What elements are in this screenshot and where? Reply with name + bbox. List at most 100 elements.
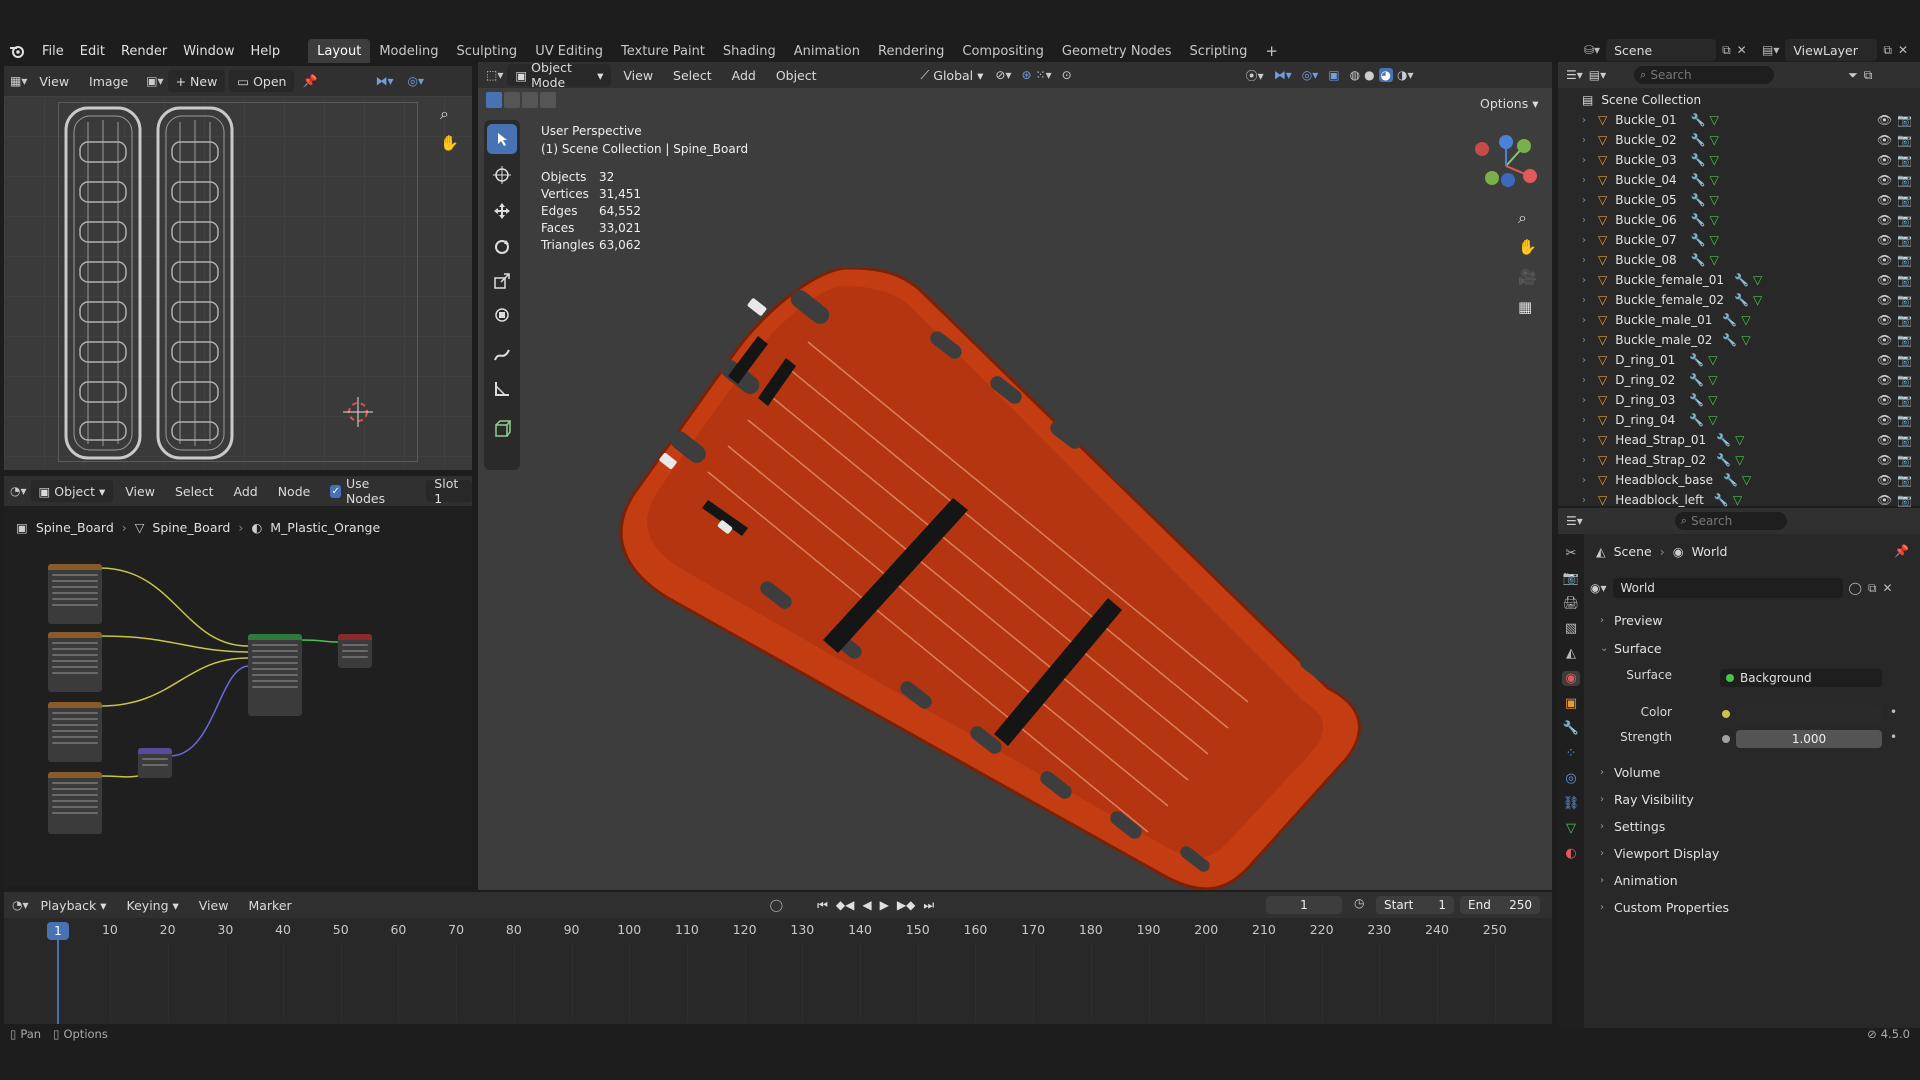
add-workspace-button[interactable]: +	[1256, 39, 1287, 63]
mesh-data-icon[interactable]: ▽	[1710, 133, 1719, 147]
start-frame-field[interactable]: Start 1	[1376, 896, 1454, 914]
modifier-icon[interactable]: 🔧	[1689, 373, 1704, 387]
mesh-data-icon[interactable]: ▽	[1733, 493, 1742, 507]
mesh-data-icon[interactable]: ▽	[1710, 233, 1719, 247]
use-nodes-toggle[interactable]: ✓ Use Nodes	[322, 476, 408, 506]
properties-search-input[interactable]: ⌕ Search	[1674, 512, 1787, 530]
render-camera-icon[interactable]: 📷	[1897, 253, 1912, 267]
2d-cursor-icon[interactable]	[340, 394, 376, 430]
playhead-line[interactable]	[57, 940, 59, 1024]
visibility-eye-icon[interactable]: 👁	[1877, 413, 1892, 427]
outliner-item[interactable]: › ▽ Buckle_03 🔧 ▽ 👁 📷	[1560, 150, 1920, 170]
view-layer-tab-icon[interactable]: ▧	[1565, 621, 1577, 636]
outliner-item[interactable]: › ▽ D_ring_04 🔧 ▽ 👁 📷	[1560, 410, 1920, 430]
snap-target-icon[interactable]: ⁙▾	[1036, 68, 1052, 82]
tab-animation[interactable]: Animation	[785, 39, 869, 63]
blender-logo-icon[interactable]	[0, 44, 34, 58]
add-cube-tool-icon[interactable]	[487, 414, 517, 444]
viewport-options-button[interactable]: Options ▾	[1472, 92, 1546, 114]
visibility-icon[interactable]: ⦿▾	[1246, 67, 1264, 84]
visibility-eye-icon[interactable]: 👁	[1877, 473, 1892, 487]
preview-section[interactable]: › Preview	[1592, 609, 1897, 631]
visibility-eye-icon[interactable]: 👁	[1877, 293, 1892, 307]
select-intersect-icon[interactable]	[540, 92, 556, 108]
playhead-frame-badge[interactable]: 1	[47, 922, 69, 940]
jump-keyframe-back-icon[interactable]: ◆◀	[836, 898, 854, 913]
menu-file[interactable]: File	[34, 36, 72, 66]
new-viewlayer-icon[interactable]: ⧉	[1883, 43, 1892, 58]
mesh-data-icon[interactable]: ▽	[1708, 373, 1717, 387]
mesh-data-icon[interactable]: ▽	[1710, 153, 1719, 167]
mode-dropdown[interactable]: ▣ Object Mode ▾	[507, 60, 612, 90]
expand-chevron-icon[interactable]: ›	[1582, 415, 1596, 426]
visibility-eye-icon[interactable]: 👁	[1877, 453, 1892, 467]
visibility-eye-icon[interactable]: 👁	[1877, 213, 1892, 227]
physics-tab-icon[interactable]: ◎	[1565, 771, 1576, 786]
node-menu-node[interactable]: Node	[270, 480, 319, 502]
tab-geometry-nodes[interactable]: Geometry Nodes	[1053, 39, 1181, 63]
expand-chevron-icon[interactable]: ›	[1582, 275, 1596, 286]
expand-chevron-icon[interactable]: ›	[1582, 435, 1596, 446]
editor-type-icon[interactable]: ▦▾	[10, 74, 27, 88]
mesh-data-icon[interactable]: ▽	[1753, 293, 1762, 307]
outliner-item[interactable]: › ▽ Buckle_02 🔧 ▽ 👁 📷	[1560, 130, 1920, 150]
timeline-menu-view[interactable]: View	[191, 894, 237, 916]
modifier-icon[interactable]: 🔧	[1689, 353, 1704, 367]
mesh-data-icon[interactable]: ▽	[1710, 173, 1719, 187]
render-camera-icon[interactable]: 📷	[1897, 473, 1912, 487]
gizmo-x-axis-icon[interactable]	[1523, 169, 1537, 183]
xray-icon[interactable]: ▣	[1328, 68, 1339, 82]
tab-compositing[interactable]: Compositing	[953, 39, 1053, 63]
render-camera-icon[interactable]: 📷	[1897, 413, 1912, 427]
image-texture-node[interactable]	[48, 632, 102, 692]
wireframe-shading-icon[interactable]: ◍	[1350, 68, 1360, 82]
keying-menu[interactable]: Keying ▾	[119, 894, 187, 916]
mesh-data-icon[interactable]: ▽	[1708, 393, 1717, 407]
outliner-item[interactable]: › ▽ Buckle_male_02 🔧 ▽ 👁 📷	[1560, 330, 1920, 350]
material-tab-icon[interactable]: ◐	[1565, 846, 1576, 861]
mesh-data-icon[interactable]: ▽	[1742, 473, 1751, 487]
render-camera-icon[interactable]: 📷	[1897, 273, 1912, 287]
modifier-icon[interactable]: 🔧	[1734, 273, 1749, 287]
viewport-pan-icon[interactable]: ✋	[1518, 238, 1537, 256]
render-camera-icon[interactable]: 📷	[1897, 353, 1912, 367]
outliner-item[interactable]: › ▽ Buckle_01 🔧 ▽ 👁 📷	[1560, 110, 1920, 130]
expand-chevron-icon[interactable]: ›	[1582, 155, 1596, 166]
fake-user-icon[interactable]: ◯	[1849, 581, 1862, 595]
new-collection-icon[interactable]: ⧉	[1864, 68, 1873, 83]
settings-section[interactable]: › Settings	[1592, 815, 1897, 837]
display-mode-icon[interactable]: ▤▾	[1589, 68, 1606, 82]
strength-socket-icon[interactable]	[1722, 735, 1730, 743]
outliner-item[interactable]: › ▽ Buckle_04 🔧 ▽ 👁 📷	[1560, 170, 1920, 190]
viewport-zoom-icon[interactable]: ⌕	[1518, 208, 1527, 228]
play-reverse-icon[interactable]: ◀	[862, 898, 871, 913]
auto-key-icon[interactable]: ◯	[770, 898, 783, 912]
modifier-icon[interactable]: 🔧	[1691, 113, 1706, 127]
mesh-data-icon[interactable]: ▽	[1710, 193, 1719, 207]
jump-start-icon[interactable]: ⏮	[817, 898, 828, 913]
duplicate-world-icon[interactable]: ⧉	[1868, 581, 1877, 596]
modifier-icon[interactable]: 🔧	[1691, 153, 1706, 167]
tab-rendering[interactable]: Rendering	[869, 39, 953, 63]
expand-chevron-icon[interactable]: ›	[1582, 295, 1596, 306]
render-camera-icon[interactable]: 📷	[1897, 393, 1912, 407]
modifier-icon[interactable]: 🔧	[1714, 493, 1729, 507]
color-socket-icon[interactable]	[1722, 710, 1730, 718]
color-swatch[interactable]	[1736, 705, 1882, 723]
move-tool-icon[interactable]	[487, 196, 517, 226]
node-editor-type-icon[interactable]: ◔▾	[10, 484, 27, 498]
outliner-item[interactable]: › ▽ Buckle_05 🔧 ▽ 👁 📷	[1560, 190, 1920, 210]
world-browse-icon[interactable]: ◉▾	[1590, 581, 1607, 595]
use-nodes-checkbox[interactable]: ✓	[330, 484, 341, 498]
mesh-data-icon[interactable]: ▽	[1753, 273, 1762, 287]
render-camera-icon[interactable]: 📷	[1897, 433, 1912, 447]
visibility-eye-icon[interactable]: 👁	[1877, 133, 1892, 147]
strength-keyframe-icon[interactable]: •	[1890, 730, 1897, 744]
outliner-item[interactable]: › ▽ Buckle_06 🔧 ▽ 👁 📷	[1560, 210, 1920, 230]
outliner-item[interactable]: › ▽ Buckle_female_02 🔧 ▽ 👁 📷	[1560, 290, 1920, 310]
viewport-editor-type-icon[interactable]: ⬚▾	[486, 68, 503, 82]
expand-chevron-icon[interactable]: ›	[1582, 355, 1596, 366]
modifier-icon[interactable]: 🔧	[1691, 213, 1706, 227]
mesh-data-icon[interactable]: ▽	[1708, 353, 1717, 367]
modifier-icon[interactable]: 🔧	[1716, 453, 1731, 467]
